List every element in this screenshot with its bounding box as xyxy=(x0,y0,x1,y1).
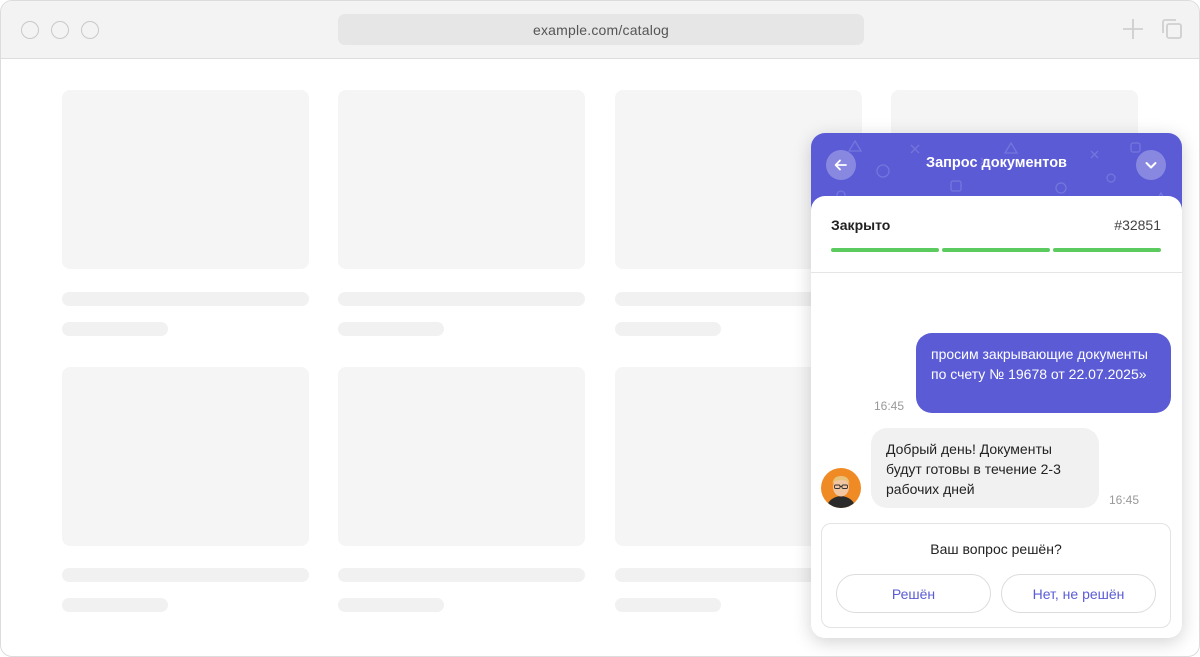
price-placeholder xyxy=(338,598,444,612)
resolved-button[interactable]: Решён xyxy=(836,574,991,613)
price-placeholder xyxy=(62,322,168,336)
product-card-placeholder xyxy=(338,367,585,546)
title-placeholder xyxy=(62,292,309,306)
window-close-control[interactable] xyxy=(21,21,39,39)
window-maximize-control[interactable] xyxy=(81,21,99,39)
address-bar[interactable]: example.com/catalog xyxy=(338,14,864,45)
agent-message: Добрый день! Документы будут готовы в те… xyxy=(871,428,1099,508)
chat-body: Закрыто #32851 16:45 просим закрывающие … xyxy=(811,196,1182,638)
chat-title: Запрос документов xyxy=(926,155,1067,171)
resolution-question: Ваш вопрос решён? xyxy=(930,541,1062,557)
ticket-status: Закрыто xyxy=(831,217,891,233)
browser-toolbar: example.com/catalog xyxy=(1,1,1199,59)
message-time: 16:45 xyxy=(874,399,905,413)
ticket-progress-bar xyxy=(831,248,1161,252)
price-placeholder xyxy=(62,598,168,612)
price-placeholder xyxy=(615,322,721,336)
title-placeholder xyxy=(62,568,309,582)
product-card-placeholder xyxy=(338,90,585,269)
copy-icon[interactable] xyxy=(1160,17,1184,41)
chevron-down-icon xyxy=(1145,162,1157,169)
agent-avatar-image xyxy=(821,468,861,508)
progress-segment xyxy=(1053,248,1161,252)
price-placeholder xyxy=(338,322,444,336)
title-placeholder xyxy=(338,292,585,306)
ticket-number: #32851 xyxy=(1114,217,1161,233)
header-divider xyxy=(811,272,1182,273)
collapse-button[interactable] xyxy=(1136,150,1166,180)
user-message: просим закрывающие документы по счету № … xyxy=(916,333,1171,413)
price-placeholder xyxy=(615,598,721,612)
resolution-prompt: Ваш вопрос решён? Решён Нет, не решён xyxy=(821,523,1171,628)
message-time: 16:45 xyxy=(1109,493,1140,507)
support-chat-widget: Запрос документов Закрыто #32851 16:45 п… xyxy=(811,133,1182,638)
address-url: example.com/catalog xyxy=(532,21,670,38)
product-card-placeholder xyxy=(62,90,309,269)
avatar xyxy=(821,468,861,508)
plus-icon[interactable] xyxy=(1121,17,1145,41)
product-card-placeholder xyxy=(62,367,309,546)
window-minimize-control[interactable] xyxy=(51,21,69,39)
progress-segment xyxy=(942,248,1050,252)
ticket-status-row: Закрыто #32851 xyxy=(831,217,1161,233)
progress-segment xyxy=(831,248,939,252)
title-placeholder xyxy=(338,568,585,582)
browser-window: example.com/catalog Запрос документов За… xyxy=(0,0,1200,657)
not-resolved-button[interactable]: Нет, не решён xyxy=(1001,574,1156,613)
